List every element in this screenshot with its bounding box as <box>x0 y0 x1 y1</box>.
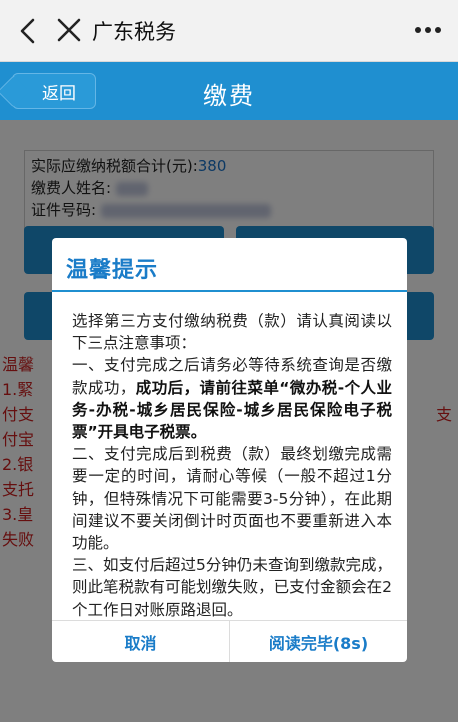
dialog-title: 温馨提示 <box>66 258 159 283</box>
dialog-item-2: 二、支付完成后到税费（款）最终划缴完成需要一定的时间，请耐心等候（一般不超过1分… <box>72 445 392 553</box>
dialog-body: 选择第三方支付缴纳税费（款）请认真阅读以下三点注意事项： 一、支付完成之后请务必… <box>72 310 392 621</box>
chevron-left-icon[interactable] <box>14 16 44 46</box>
close-icon[interactable] <box>56 17 82 43</box>
cancel-button[interactable]: 取消 <box>52 621 229 662</box>
app-title: 广东税务 <box>92 20 176 44</box>
wechat-top-bar: 广东税务 <box>0 0 458 62</box>
page-header: 返回 缴费 <box>0 62 458 120</box>
more-dots-icon[interactable] <box>414 22 442 38</box>
notice-dialog: 温馨提示 选择第三方支付缴纳税费（款）请认真阅读以下三点注意事项： 一、支付完成… <box>52 238 407 662</box>
page-title: 缴费 <box>203 82 255 110</box>
dialog-divider <box>52 290 407 292</box>
dialog-item-1: 一、支付完成之后请务必等待系统查询是否缴款成功，成功后，请前往菜单“微办税-个人… <box>72 354 392 443</box>
dialog-intro: 选择第三方支付缴纳税费（款）请认真阅读以下三点注意事项： <box>72 312 392 353</box>
dialog-footer: 取消 阅读完毕(8s) <box>52 620 407 662</box>
read-complete-button[interactable]: 阅读完毕(8s) <box>229 621 407 662</box>
dialog-item-3: 三、如支付后超过5分钟仍未查询到缴款完成，则此笔税款有可能划缴失败，已支付金额会… <box>72 556 392 619</box>
